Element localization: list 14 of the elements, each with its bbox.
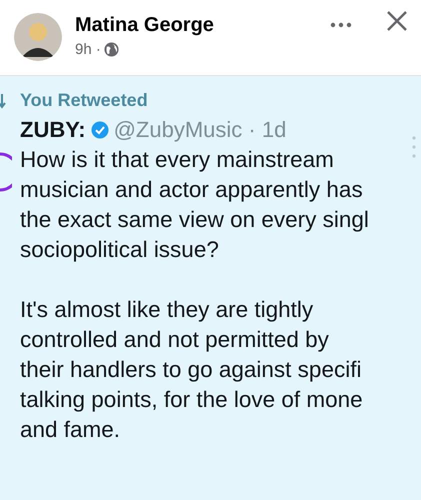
author-name[interactable]: Matina George bbox=[75, 14, 214, 37]
tweet-text: It's almost like they are tightly controlled and not permitted by their handlers to go against specifi talking points, for the love of mone and fame. bbox=[20, 296, 363, 444]
tweet-handle: @ZubyMusic · 1d bbox=[114, 117, 286, 143]
close-icon bbox=[386, 10, 408, 32]
more-icon bbox=[412, 136, 416, 158]
avatar[interactable] bbox=[14, 13, 62, 61]
verified-icon bbox=[90, 121, 109, 139]
tweet-text: How is it that every mainstream musician and actor apparently has the exact same view on every singl sociopolitical issue? bbox=[20, 146, 369, 264]
globe-icon bbox=[104, 42, 119, 57]
retweet-label: You Retweeted bbox=[20, 90, 148, 111]
more-icon bbox=[330, 22, 352, 28]
post-time: 9h · bbox=[75, 41, 101, 58]
retweet-icon bbox=[0, 92, 8, 108]
tweet-author: ZUBY: bbox=[20, 117, 86, 143]
